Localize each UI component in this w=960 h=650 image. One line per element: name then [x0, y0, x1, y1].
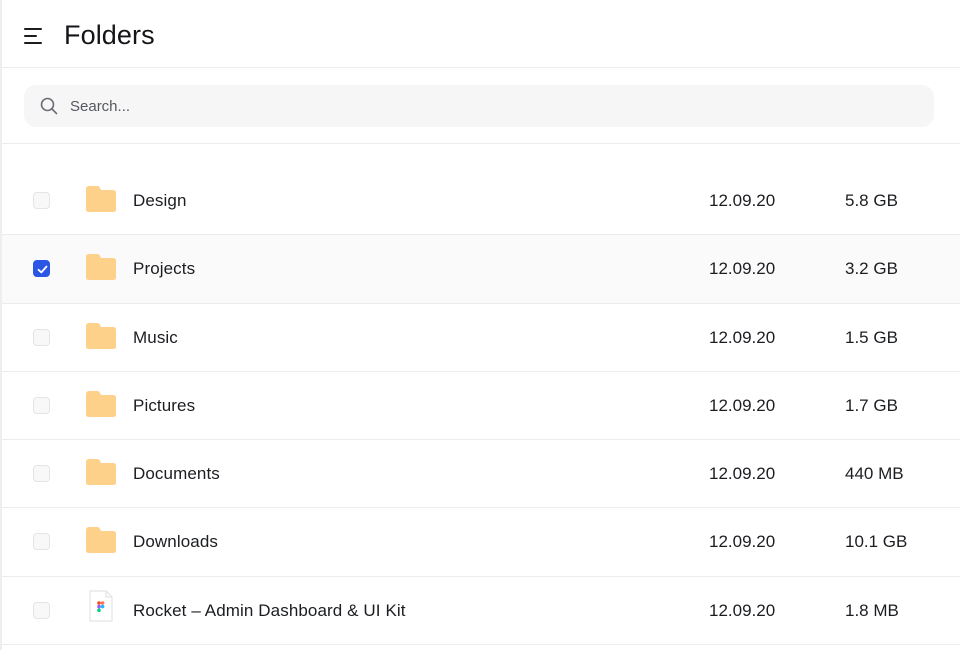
row-checkbox[interactable]	[33, 601, 50, 619]
item-date: 12.09.20	[709, 327, 776, 347]
item-date: 12.09.20	[709, 464, 776, 484]
list-item[interactable]: Design 12.09.20 5.8 GB	[2, 167, 960, 236]
item-size: 3.2 GB	[845, 259, 898, 279]
folder-icon	[86, 322, 116, 349]
folders-panel: Folders Design 12.09.20 5.8 GB Projects 12.0…	[0, 0, 960, 650]
item-size: 10.1 GB	[845, 532, 908, 552]
figma-file-icon	[89, 590, 113, 622]
folder-icon	[86, 254, 116, 281]
item-date: 12.09.20	[709, 532, 776, 552]
item-name: Documents	[133, 464, 220, 484]
row-checkbox[interactable]	[33, 465, 50, 483]
item-size: 1.8 MB	[845, 600, 899, 620]
item-name: Design	[133, 191, 187, 210]
header: Folders	[2, 0, 960, 68]
search-input[interactable]	[70, 85, 920, 127]
folder-icon	[86, 186, 116, 212]
list-item[interactable]: Music 12.09.20 1.5 GB	[2, 304, 960, 372]
menu-button[interactable]	[24, 26, 48, 48]
list-item[interactable]: Rocket – Admin Dashboard & UI Kit 12.09.2…	[2, 577, 960, 646]
check-icon	[37, 265, 48, 274]
row-checkbox[interactable]	[33, 192, 50, 209]
folder-list: Design 12.09.20 5.8 GB Projects 12.09.20 3.2 …	[2, 167, 960, 646]
menu-icon	[24, 35, 37, 37]
page-title: Folders	[64, 20, 155, 50]
list-item[interactable]: Pictures 12.09.20 1.7 GB	[2, 372, 960, 441]
row-checkbox[interactable]	[33, 260, 50, 278]
search-box[interactable]	[24, 85, 934, 127]
item-date: 12.09.20	[709, 191, 776, 210]
item-name: Rocket – Admin Dashboard & UI Kit	[133, 600, 406, 620]
item-name: Projects	[133, 259, 196, 279]
item-size: 1.7 GB	[845, 395, 898, 415]
row-checkbox[interactable]	[33, 396, 50, 414]
folder-icon	[86, 527, 116, 554]
item-name: Downloads	[133, 532, 219, 552]
search-icon	[40, 97, 58, 115]
item-size: 5.8 GB	[845, 191, 898, 210]
item-date: 12.09.20	[709, 395, 776, 415]
folder-icon	[86, 459, 116, 486]
item-size: 440 MB	[845, 464, 904, 484]
list-item[interactable]: Downloads 12.09.20 10.1 GB	[2, 508, 960, 577]
folder-icon	[86, 390, 116, 417]
item-name: Music	[133, 327, 178, 347]
menu-icon	[24, 42, 42, 44]
row-checkbox[interactable]	[33, 533, 50, 551]
list-item[interactable]: Projects 12.09.20 3.2 GB	[2, 235, 960, 304]
search-section	[2, 68, 960, 144]
item-size: 1.5 GB	[845, 327, 898, 347]
row-checkbox[interactable]	[33, 328, 50, 346]
list-item[interactable]: Documents 12.09.20 440 MB	[2, 440, 960, 509]
item-name: Pictures	[133, 395, 196, 415]
item-date: 12.09.20	[709, 600, 776, 620]
item-date: 12.09.20	[709, 259, 776, 279]
menu-icon	[24, 28, 42, 30]
